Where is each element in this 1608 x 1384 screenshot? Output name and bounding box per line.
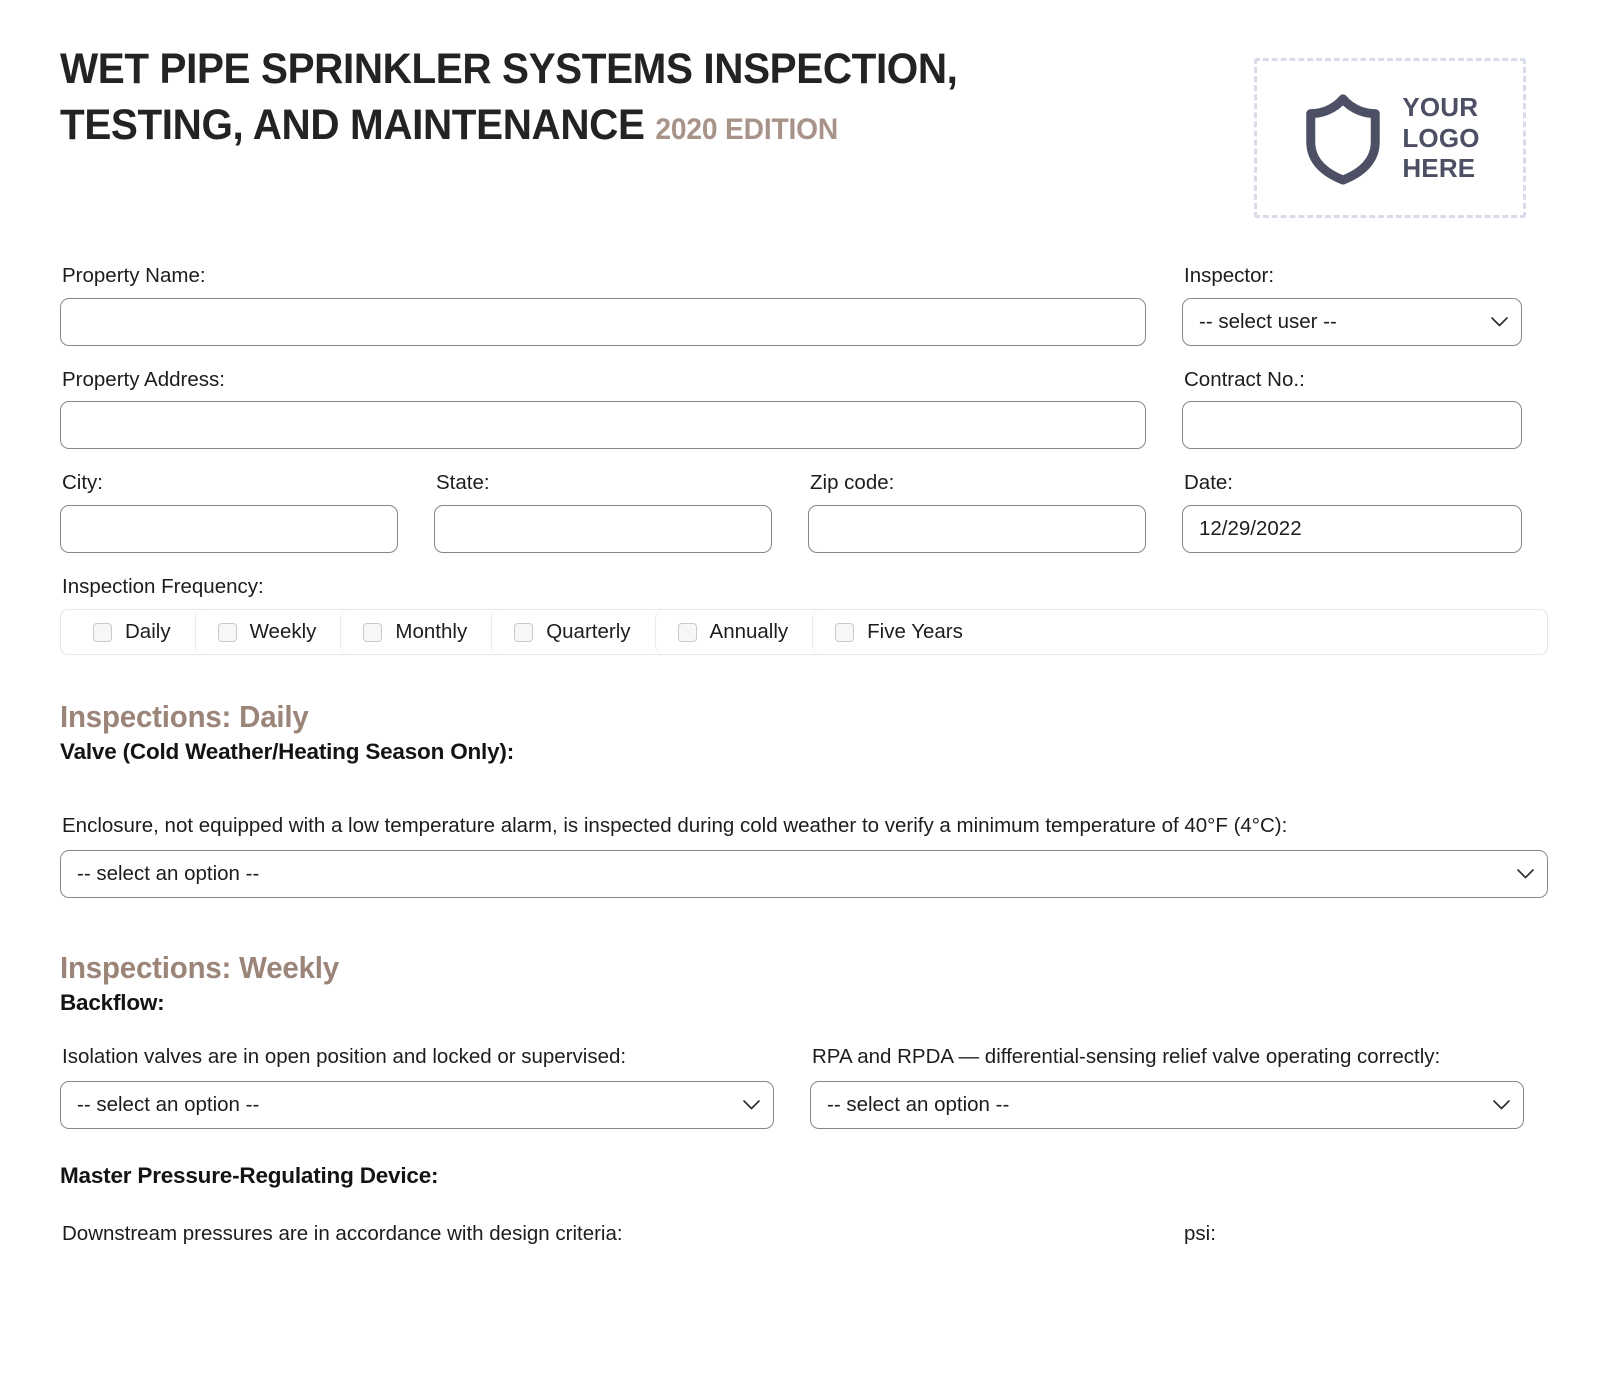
frequency-label-quarterly: Quarterly	[546, 620, 631, 644]
city-group: City:	[60, 471, 398, 553]
title-line-1: WET PIPE SPRINKLER SYSTEMS INSPECTION,	[60, 45, 958, 93]
property-name-input[interactable]	[60, 297, 1146, 346]
date-group: Date:	[1182, 471, 1522, 553]
backflow-q1-wrapper: -- select an option --	[60, 1080, 774, 1129]
daily-answer-select[interactable]: -- select an option --	[60, 850, 1548, 899]
daily-question-group: Enclosure, not equipped with a low tempe…	[60, 811, 1548, 899]
inspection-frequency-label: Inspection Frequency:	[62, 574, 264, 598]
property-address-input[interactable]	[60, 401, 1146, 450]
section-heading-daily: Inspections: Daily	[60, 699, 309, 735]
contract-no-group: Contract No.:	[1182, 368, 1522, 450]
section-heading-weekly: Inspections: Weekly	[60, 950, 339, 986]
checkbox-weekly[interactable]	[217, 622, 237, 642]
checkbox-annually[interactable]	[677, 622, 697, 642]
master-prd-q2-group: psi:	[1182, 1219, 1522, 1258]
backflow-q1-group: Isolation valves are in open position an…	[60, 1042, 774, 1129]
section-inspections-weekly: Inspections: Weekly Backflow: Isolation …	[60, 950, 1548, 1257]
backflow-q1-select[interactable]: -- select an option --	[60, 1080, 774, 1129]
checkbox-five-years[interactable]	[835, 622, 855, 642]
date-label: Date:	[1184, 471, 1233, 495]
logo-placeholder[interactable]: YOUR LOGO HERE	[1254, 58, 1526, 218]
inspection-frequency-group: Inspection Frequency: Daily Weekly Month…	[60, 575, 1548, 656]
checkbox-quarterly[interactable]	[514, 622, 534, 642]
property-name-label: Property Name:	[62, 264, 206, 287]
master-prd-q1-group: Downstream pressures are in accordance w…	[60, 1219, 1146, 1258]
checkbox-monthly[interactable]	[363, 622, 383, 642]
shield-icon	[1300, 91, 1386, 185]
backflow-question-row: Isolation valves are in open position an…	[60, 1042, 1548, 1129]
date-input[interactable]	[1182, 504, 1522, 553]
contract-no-label: Contract No.:	[1184, 367, 1305, 391]
frequency-label-weekly: Weekly	[249, 620, 317, 644]
document-page: WET PIPE SPRINKLER SYSTEMS INSPECTION, T…	[0, 0, 1608, 1258]
form-row-3: City: State: Zip code: Date:	[60, 471, 1548, 553]
backflow-q2-wrapper: -- select an option --	[810, 1080, 1524, 1129]
form-row-2: Property Address: Contract No.:	[60, 368, 1548, 450]
section-inspections-daily: Inspections: Daily Valve (Cold Weather/H…	[60, 699, 1548, 899]
frequency-label-monthly: Monthly	[395, 620, 468, 644]
frequency-option-weekly[interactable]: Weekly	[194, 610, 341, 655]
logo-text-line-1: YOUR	[1402, 91, 1479, 122]
subsection-heading-valve: Valve (Cold Weather/Heating Season Only)…	[60, 739, 514, 765]
property-name-group: Property Name:	[60, 264, 1146, 346]
frequency-option-quarterly[interactable]: Quarterly	[491, 610, 654, 655]
subsection-heading-master-prd: Master Pressure-Regulating Device:	[60, 1162, 439, 1188]
property-address-label: Property Address:	[62, 367, 225, 391]
state-input[interactable]	[434, 504, 772, 553]
city-state-zip-group: City: State: Zip code:	[60, 471, 1146, 553]
frequency-label-annually: Annually	[709, 620, 789, 644]
document-header: WET PIPE SPRINKLER SYSTEMS INSPECTION, T…	[60, 38, 1548, 218]
zip-code-input[interactable]	[808, 504, 1146, 553]
inspector-select-wrapper: -- select user --	[1182, 297, 1522, 346]
contract-no-input[interactable]	[1182, 401, 1522, 450]
inspector-label: Inspector:	[1184, 264, 1275, 287]
inspector-select[interactable]: -- select user --	[1182, 297, 1522, 346]
daily-answer-wrapper: -- select an option --	[60, 850, 1548, 899]
logo-text: YOUR LOGO HERE	[1402, 92, 1479, 184]
title-block: WET PIPE SPRINKLER SYSTEMS INSPECTION, T…	[60, 38, 1015, 154]
logo-text-line-2: LOGO	[1402, 122, 1480, 153]
checkbox-daily[interactable]	[93, 622, 112, 642]
frequency-label-five-years: Five Years	[867, 620, 963, 644]
frequency-option-monthly[interactable]: Monthly	[340, 610, 491, 655]
backflow-q1-text: Isolation valves are in open position an…	[62, 1045, 627, 1069]
daily-question-text: Enclosure, not equipped with a low tempe…	[62, 814, 1288, 838]
state-group: State:	[434, 471, 772, 553]
frequency-option-five-years[interactable]: Five Years	[812, 610, 987, 655]
property-address-group: Property Address:	[60, 368, 1146, 450]
zip-code-group: Zip code:	[808, 471, 1146, 553]
form-row-1: Property Name: Inspector: -- select user…	[60, 264, 1548, 346]
master-prd-question-row: Downstream pressures are in accordance w…	[60, 1219, 1548, 1258]
inspection-frequency-bar: Daily Weekly Monthly Quarterly Annually	[60, 609, 1548, 656]
identification-form: Property Name: Inspector: -- select user…	[60, 264, 1548, 656]
frequency-option-daily[interactable]: Daily	[61, 610, 195, 654]
backflow-q2-select[interactable]: -- select an option --	[810, 1080, 1524, 1129]
city-input[interactable]	[60, 504, 398, 553]
backflow-q2-group: RPA and RPDA — differential-sensing reli…	[810, 1042, 1524, 1129]
frequency-label-daily: Daily	[125, 620, 171, 644]
edition-label: 2020 Edition	[655, 112, 839, 146]
frequency-option-annually[interactable]: Annually	[654, 610, 813, 655]
master-prd-q1-text: Downstream pressures are in accordance w…	[62, 1221, 623, 1245]
state-label: State:	[436, 471, 490, 495]
logo-text-line-3: HERE	[1402, 153, 1476, 184]
zip-code-label: Zip code:	[810, 471, 895, 495]
subsection-heading-backflow: Backflow:	[60, 990, 165, 1016]
subsection-master-prd: Master Pressure-Regulating Device: Downs…	[60, 1163, 1548, 1258]
page-title: WET PIPE SPRINKLER SYSTEMS INSPECTION, T…	[60, 42, 958, 154]
master-prd-psi-label: psi:	[1184, 1221, 1216, 1245]
city-label: City:	[62, 471, 103, 495]
title-line-2: TESTING, AND MAINTENANCE	[60, 100, 645, 149]
inspector-group: Inspector: -- select user --	[1182, 264, 1522, 346]
backflow-q2-text: RPA and RPDA — differential-sensing reli…	[812, 1045, 1441, 1069]
